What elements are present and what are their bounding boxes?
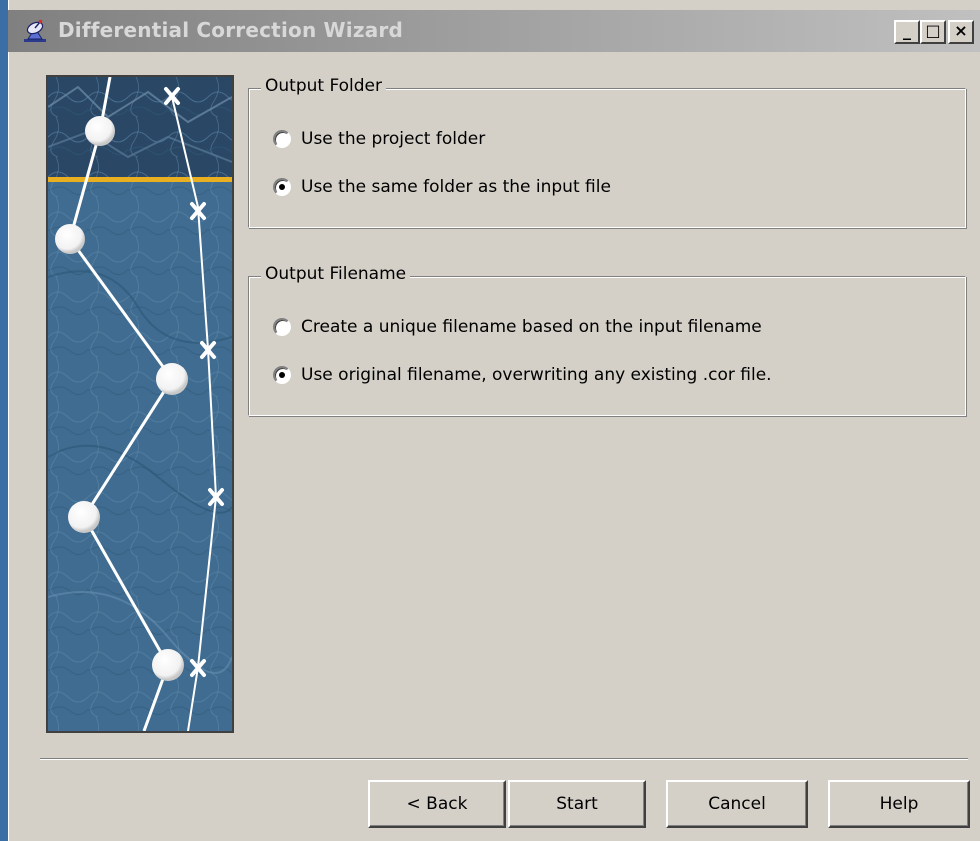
radio-label: Use original filename, overwriting any e… <box>301 365 772 385</box>
close-icon: × <box>954 21 968 40</box>
minimize-icon: _ <box>903 21 911 40</box>
radio-label: Use the same folder as the input file <box>301 177 611 197</box>
minimize-button[interactable]: _ <box>894 20 920 44</box>
output-folder-group: Output Folder Use the project folder Use… <box>248 76 966 228</box>
window-title: Differential Correction Wizard <box>58 18 403 42</box>
gps-track-illustration <box>48 77 232 731</box>
radio-button-checked[interactable] <box>273 178 291 196</box>
output-folder-legend: Output Folder <box>261 76 386 96</box>
satellite-dish-icon <box>22 18 48 44</box>
radio-use-project-folder[interactable]: Use the project folder <box>273 129 485 149</box>
radio-original-filename[interactable]: Use original filename, overwriting any e… <box>273 365 772 385</box>
title-bar[interactable]: Differential Correction Wizard _ □ × <box>8 10 980 52</box>
output-filename-legend: Output Filename <box>261 264 411 284</box>
close-button[interactable]: × <box>948 20 974 44</box>
start-button[interactable]: Start <box>508 780 646 828</box>
radio-label: Create a unique filename based on the in… <box>301 317 762 337</box>
desktop-edge <box>0 0 9 841</box>
radio-unique-filename[interactable]: Create a unique filename based on the in… <box>273 317 762 337</box>
output-filename-group: Output Filename Create a unique filename… <box>248 264 966 416</box>
radio-button[interactable] <box>273 130 291 148</box>
back-button[interactable]: < Back <box>368 780 506 828</box>
radio-button-checked[interactable] <box>273 366 291 384</box>
button-separator <box>40 758 968 760</box>
maximize-icon: □ <box>925 21 941 40</box>
help-button[interactable]: Help <box>828 780 970 828</box>
cancel-button[interactable]: Cancel <box>666 780 808 828</box>
radio-button[interactable] <box>273 318 291 336</box>
maximize-button[interactable]: □ <box>920 20 946 44</box>
wizard-banner-image <box>46 75 234 733</box>
radio-label: Use the project folder <box>301 129 486 149</box>
wizard-window: Differential Correction Wizard _ □ × Out… <box>0 0 980 841</box>
radio-use-input-folder[interactable]: Use the same folder as the input file <box>273 177 611 197</box>
